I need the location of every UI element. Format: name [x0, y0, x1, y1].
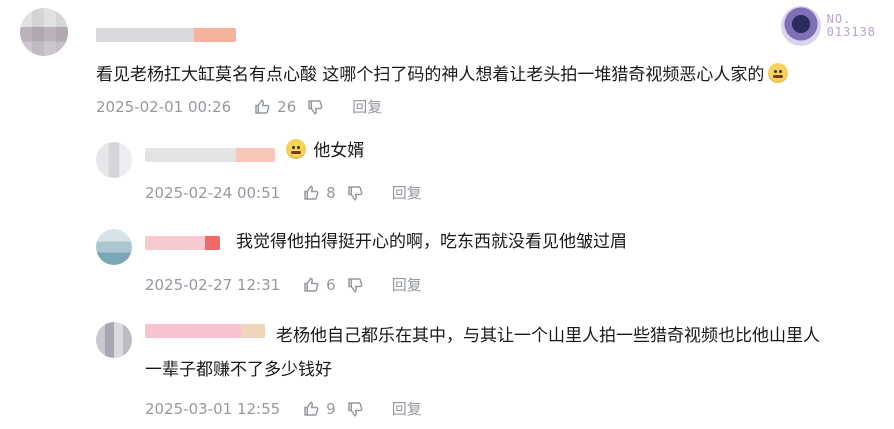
like-count: 6 [326, 275, 336, 294]
laughing-emoji-icon [286, 139, 306, 159]
avatar[interactable] [20, 8, 68, 56]
reply-time: 2025-02-27 12:31 [145, 275, 281, 294]
reply-meta: 2025-02-24 00:51 8 回复 [145, 182, 422, 203]
badge-avatar [780, 6, 821, 46]
dislike-button[interactable] [346, 400, 364, 418]
username-blurred[interactable] [145, 324, 265, 338]
thumbs-up-icon [304, 400, 319, 416]
like-count: 9 [326, 399, 336, 418]
badge-number: NO. 013138 [827, 13, 876, 39]
dislike-button[interactable] [346, 276, 364, 294]
comment-meta: 2025-02-01 00:26 26 回复 [96, 96, 382, 117]
reply-meta: 2025-03-01 12:55 9 回复 [145, 398, 422, 419]
badge-line2: 013138 [826, 25, 876, 39]
comment-time: 2025-02-01 00:26 [96, 97, 232, 116]
user-badge: NO. 013138 [780, 6, 876, 46]
thumbs-up-icon [255, 98, 270, 114]
like-button[interactable]: 26 [253, 98, 296, 116]
reply-text: 我觉得他拍得挺开心的啊，吃东西就没看见他皱过眉 [236, 232, 627, 252]
comment-text: 看见老杨扛大缸莫名有点心酸 这哪个扫了码的神人想着让老头拍一堆猎奇视频恶心人家的 [96, 62, 789, 88]
reply-button[interactable]: 回复 [392, 398, 422, 419]
thumbs-up-icon [304, 276, 319, 292]
thumbs-down-icon [308, 99, 323, 115]
avatar[interactable] [96, 142, 132, 178]
reply-button[interactable]: 回复 [392, 274, 422, 295]
like-button[interactable]: 9 [302, 400, 336, 418]
reply-text-line1: 老杨他自己都乐在其中，与其让一个山里人拍一些猎奇视频也比他山里人 [276, 326, 820, 346]
like-button[interactable]: 8 [302, 184, 336, 202]
reply-button[interactable]: 回复 [352, 96, 382, 117]
thumbs-down-icon [347, 185, 363, 201]
thumbs-down-icon [347, 401, 363, 417]
reply-button[interactable]: 回复 [392, 182, 422, 203]
username-blurred[interactable] [145, 148, 275, 162]
reply-time: 2025-03-01 12:55 [145, 399, 281, 418]
reply-meta: 2025-02-27 12:31 6 回复 [145, 274, 422, 295]
like-button[interactable]: 6 [302, 276, 336, 294]
avatar[interactable] [96, 229, 132, 265]
dislike-button[interactable] [306, 98, 324, 116]
like-count: 26 [277, 97, 297, 116]
avatar[interactable] [96, 322, 132, 358]
username-blurred[interactable] [145, 236, 220, 250]
reply-text-line2: 一辈子都赚不了多少钱好 [145, 360, 332, 380]
username-blurred[interactable] [96, 28, 236, 42]
like-count: 8 [326, 183, 336, 202]
dislike-button[interactable] [346, 184, 364, 202]
reply-time: 2025-02-24 00:51 [145, 183, 281, 202]
thumbs-up-icon [304, 184, 319, 200]
thumbs-down-icon [347, 277, 363, 293]
laughing-emoji-icon [768, 63, 789, 83]
reply-text: 他女婿 [286, 138, 364, 164]
